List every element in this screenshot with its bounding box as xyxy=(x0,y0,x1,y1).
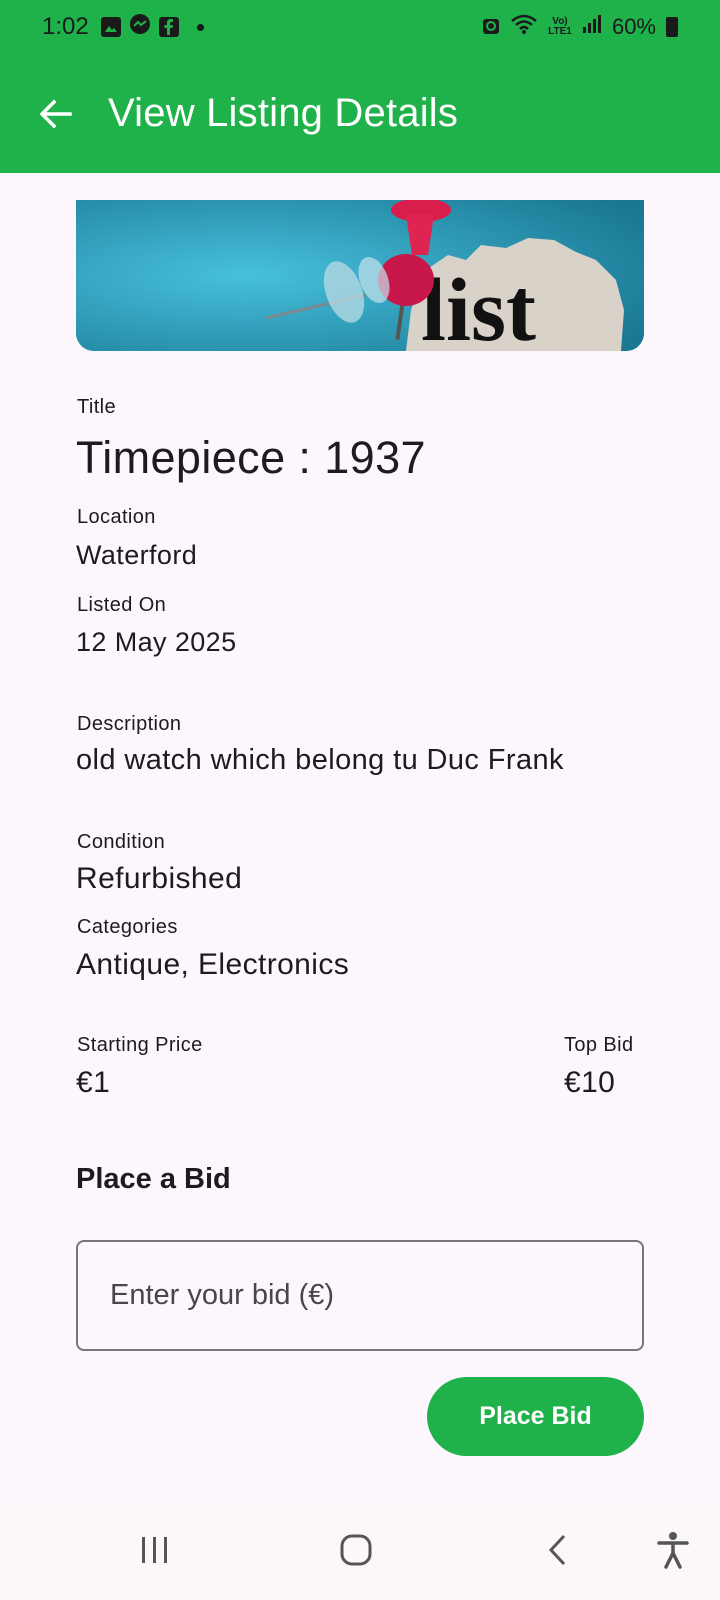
accessibility-icon xyxy=(657,1532,689,1569)
recent-apps-button[interactable] xyxy=(125,1520,185,1580)
facebook-icon xyxy=(158,17,179,37)
bid-amount-input[interactable] xyxy=(78,1242,642,1349)
location-label: Location xyxy=(77,506,156,528)
back-button[interactable] xyxy=(24,82,88,146)
listing-image: list xyxy=(76,200,644,351)
starting-price-value: €1 xyxy=(76,1066,111,1099)
listing-title: Timepiece : 1937 xyxy=(76,432,426,483)
battery-percent: 60% xyxy=(611,14,656,39)
wifi-icon xyxy=(510,13,538,41)
status-bar: 1:02 Vo) LTE1 60% xyxy=(0,0,720,54)
chevron-left-icon xyxy=(548,1534,566,1566)
categories-value: Antique, Electronics xyxy=(76,948,350,981)
home-icon xyxy=(340,1534,372,1566)
place-bid-button[interactable]: Place Bid xyxy=(427,1377,644,1456)
hero-caption-text: list xyxy=(421,261,536,351)
status-icons-right: Vo) LTE1 60% xyxy=(482,13,678,41)
description-value: old watch which belong tu Duc Frank xyxy=(76,744,564,776)
condition-value: Refurbished xyxy=(76,862,243,895)
accessibility-button[interactable] xyxy=(643,1520,703,1580)
system-navigation-bar xyxy=(0,1500,720,1600)
gallery-icon xyxy=(100,17,121,37)
network-type-label: Vo) LTE1 xyxy=(548,16,572,37)
battery-icon xyxy=(666,17,678,37)
notification-icons xyxy=(100,13,204,42)
top-bid-value: €10 xyxy=(564,1066,616,1099)
recycle-lock-icon xyxy=(482,13,500,41)
status-time: 1:02 xyxy=(42,13,89,40)
title-label: Title xyxy=(77,396,117,418)
arrow-back-icon xyxy=(39,99,72,128)
categories-label: Categories xyxy=(77,916,178,938)
bid-input-container xyxy=(76,1240,644,1351)
home-button[interactable] xyxy=(326,1520,386,1580)
listed-on-label: Listed On xyxy=(77,594,167,616)
top-app-bar: View Listing Details xyxy=(0,54,720,173)
signal-icon xyxy=(582,14,602,40)
messenger-icon xyxy=(129,13,151,42)
more-notifications-dot-icon xyxy=(196,23,204,31)
system-back-button[interactable] xyxy=(528,1520,588,1580)
starting-price-label: Starting Price xyxy=(77,1034,203,1056)
condition-label: Condition xyxy=(77,831,166,853)
recent-apps-icon xyxy=(142,1537,167,1563)
listed-on-value: 12 May 2025 xyxy=(76,627,237,657)
page-title: View Listing Details xyxy=(108,91,459,135)
place-bid-heading: Place a Bid xyxy=(76,1163,231,1195)
description-label: Description xyxy=(77,713,182,735)
top-bid-label: Top Bid xyxy=(564,1034,634,1056)
location-value: Waterford xyxy=(76,540,198,570)
